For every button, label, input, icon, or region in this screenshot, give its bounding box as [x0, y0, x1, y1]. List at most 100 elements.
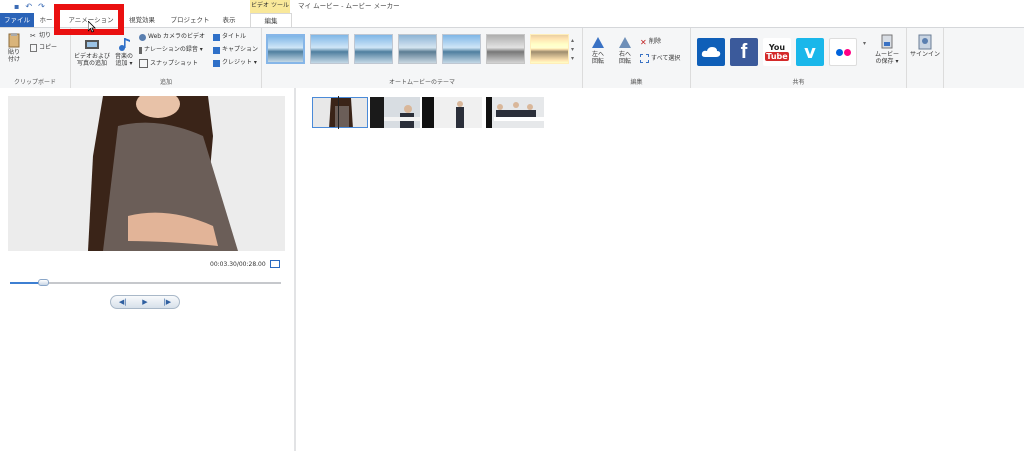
- add-group-label: 追加: [159, 79, 172, 86]
- youtube-you-text: You: [768, 43, 786, 52]
- tab-view[interactable]: 表示: [218, 13, 240, 27]
- title-label: タイトル: [222, 33, 247, 40]
- youtube-icon[interactable]: You Tube: [763, 38, 791, 66]
- cut-button[interactable]: ✂ 切り: [30, 32, 51, 40]
- rotate-left-button[interactable]: 左へ 回転: [587, 34, 609, 65]
- share-group-label: 共有: [792, 79, 805, 86]
- theme-thumbnail[interactable]: [530, 34, 569, 64]
- snapshot-label: スナップショット: [150, 59, 199, 67]
- redo-icon[interactable]: ↷: [38, 2, 45, 11]
- theme-thumbnail[interactable]: [266, 34, 305, 64]
- copy-label: コピー: [39, 44, 58, 51]
- theme-thumbnail[interactable]: [310, 34, 349, 64]
- video-tools-context-tab: ビデオ ツール: [250, 0, 290, 14]
- ribbon: 貼り 付け ✂ 切り コピー クリップボード ビデオおよび 写真の追加 音楽の …: [0, 27, 1024, 89]
- tab-file[interactable]: ファイル: [0, 13, 34, 27]
- webcam-video-button[interactable]: Web カメラのビデオ: [139, 33, 205, 41]
- title-bar: ▪ ↶ ↷ ビデオ ツール マイ ムービー - ムービー メーカー: [0, 0, 1024, 14]
- copy-button[interactable]: コピー: [30, 44, 57, 52]
- rotate-right-label: 右へ 回転: [618, 51, 631, 65]
- clip-thumbnail[interactable]: [422, 97, 482, 128]
- select-all-button[interactable]: すべて選択: [640, 54, 680, 63]
- onedrive-icon[interactable]: [697, 38, 725, 66]
- snapshot-button[interactable]: スナップショット: [139, 59, 198, 68]
- add-music-button[interactable]: 音楽の 追加 ▾: [113, 36, 135, 67]
- theme-thumbnail[interactable]: [398, 34, 437, 64]
- clip-image: [422, 97, 482, 128]
- editing-group: 左へ 回転 右へ 回転 ✕ 削除 すべて選択 編集: [583, 28, 691, 88]
- youtube-tube-text: Tube: [765, 52, 789, 61]
- add-group: ビデオおよび 写真の追加 音楽の 追加 ▾ Web カメラのビデオ ナレーション…: [71, 28, 262, 88]
- tab-project[interactable]: プロジェクト: [168, 13, 212, 27]
- fullscreen-icon[interactable]: [270, 260, 280, 268]
- video-tools-label: ビデオ ツール: [251, 2, 289, 9]
- rotate-right-icon: [619, 37, 631, 48]
- undo-icon[interactable]: ↶: [25, 2, 32, 11]
- share-more-arrow[interactable]: ▾: [863, 40, 866, 47]
- clip-thumbnail[interactable]: [370, 97, 420, 128]
- next-frame-button[interactable]: |▶: [163, 298, 171, 306]
- cut-label: 切り: [39, 32, 52, 39]
- microphone-icon: [139, 46, 142, 54]
- theme-thumbnail[interactable]: [354, 34, 393, 64]
- delete-button[interactable]: ✕ 削除: [640, 38, 661, 46]
- playback-controls: ◀| ▶ |▶: [110, 295, 180, 309]
- caption-icon: [213, 46, 220, 54]
- clipboard-group: 貼り 付け ✂ 切り コピー クリップボード: [0, 28, 71, 88]
- video-preview[interactable]: [8, 96, 285, 251]
- previous-frame-button[interactable]: ◀|: [119, 298, 127, 306]
- title-button[interactable]: タイトル: [213, 33, 246, 41]
- save-icon[interactable]: ▪: [14, 2, 19, 11]
- credits-icon: [213, 59, 220, 67]
- window-title: マイ ムービー - ムービー メーカー: [298, 2, 400, 10]
- clip-thumbnail[interactable]: [312, 97, 368, 128]
- signin-button[interactable]: サインイン: [909, 34, 941, 58]
- flickr-icon[interactable]: [829, 38, 857, 66]
- save-movie-label: ムービー の保存 ▾: [874, 51, 899, 65]
- theme-gallery-scroll[interactable]: ▴ ▾ ▾: [571, 36, 574, 63]
- clipboard-group-label: クリップボード: [13, 79, 56, 86]
- tab-home[interactable]: ホー: [36, 13, 56, 27]
- caption-label: キャプション: [222, 46, 259, 53]
- video-frame-image: [8, 96, 285, 251]
- share-group: f You Tube v ▾ ムービー の保存 ▾ 共有: [691, 28, 907, 88]
- quick-access-toolbar: ▪ ↶ ↷: [14, 2, 45, 11]
- ribbon-tabs: ファイル ホー アニメーション 視覚効果 プロジェクト 表示 編集: [0, 13, 1024, 27]
- theme-thumbnail[interactable]: [442, 34, 481, 64]
- seek-bar[interactable]: [10, 279, 281, 286]
- tab-visual-effects[interactable]: 視覚効果: [124, 13, 160, 27]
- storyboard-playhead[interactable]: [338, 96, 339, 129]
- theme-thumbnail[interactable]: [486, 34, 525, 64]
- storyboard: [296, 88, 1024, 451]
- scissors-icon: ✂: [30, 31, 36, 40]
- play-button[interactable]: ▶: [142, 298, 147, 306]
- seek-thumb[interactable]: [37, 279, 49, 286]
- clip-image: [370, 97, 420, 128]
- time-readout: 00:03.30/00:28.00: [210, 261, 266, 268]
- clip-image: [313, 98, 367, 127]
- credits-button[interactable]: クレジット ▾: [213, 59, 257, 67]
- signin-icon: [918, 34, 932, 50]
- mouse-cursor-icon: [88, 21, 96, 33]
- facebook-icon[interactable]: f: [730, 38, 758, 66]
- caption-button[interactable]: キャプション: [213, 46, 258, 54]
- tab-edit[interactable]: 編集: [250, 13, 292, 27]
- add-videos-photos-button[interactable]: ビデオおよび 写真の追加: [73, 36, 111, 67]
- clip-thumbnail[interactable]: [486, 97, 544, 128]
- rotate-right-button[interactable]: 右へ 回転: [614, 34, 636, 65]
- paste-button[interactable]: 貼り 付け: [4, 32, 24, 63]
- delete-label: 削除: [649, 38, 662, 45]
- webcam-icon: [139, 33, 146, 41]
- flickr-blue-dot: [835, 48, 843, 56]
- vimeo-icon[interactable]: v: [796, 38, 824, 66]
- record-narration-button[interactable]: ナレーションの録音 ▾: [139, 46, 203, 54]
- add-videos-photos-label: ビデオおよび 写真の追加: [73, 53, 110, 67]
- save-movie-button[interactable]: ムービー の保存 ▾: [873, 34, 901, 65]
- select-all-icon: [640, 54, 649, 63]
- rotate-left-icon: [592, 37, 604, 48]
- copy-icon: [30, 44, 37, 52]
- cloud-icon: [701, 47, 721, 57]
- snapshot-icon: [139, 59, 148, 68]
- film-icon: [85, 40, 99, 49]
- preview-pane: 00:03.30/00:28.00 ◀| ▶ |▶: [0, 88, 296, 451]
